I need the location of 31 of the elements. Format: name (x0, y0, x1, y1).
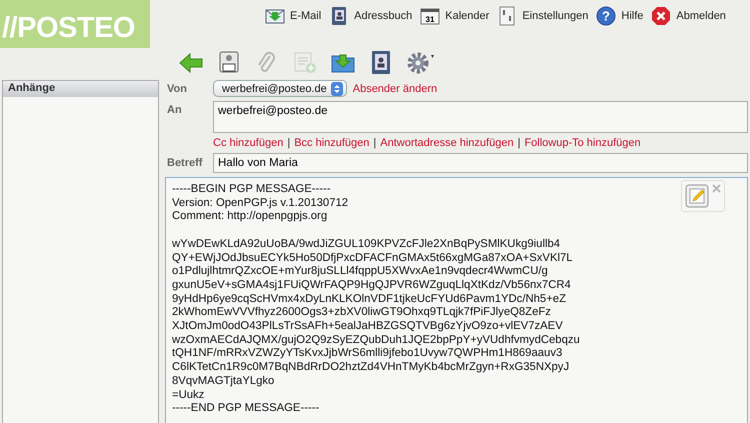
add-header-link[interactable]: Cc hinzufügen (213, 137, 284, 149)
panel-header: Anhänge (3, 81, 158, 97)
nav-link[interactable]: ? Hilfe (596, 6, 644, 26)
field-label: Von (167, 82, 188, 94)
subject-field[interactable]: Hallo von Maria (213, 153, 748, 173)
nav-link[interactable]: Einstellungen (497, 6, 588, 26)
close-icon (651, 6, 672, 26)
nav-link[interactable]: 31 Kalender (420, 6, 490, 26)
nav-link[interactable]: Abmelden (651, 6, 726, 26)
back-arrow-icon[interactable] (178, 50, 204, 76)
calendar-icon: 31 (420, 6, 440, 26)
add-header-link[interactable]: Bcc hinzufügen (294, 137, 370, 149)
help-icon: ? (596, 6, 616, 26)
recipient-field[interactable]: werbefrei@posteo.de (213, 101, 748, 133)
separator: | (373, 137, 376, 149)
gear-menu-icon[interactable] (406, 50, 435, 76)
field-label: Betreff (167, 157, 204, 169)
sender-dropdown[interactable]: werbefrei@posteo.de (213, 80, 347, 97)
edit-pencil-icon[interactable] (685, 184, 709, 208)
separator: | (287, 137, 290, 149)
message-editor[interactable] (165, 177, 748, 423)
spinner-icon (330, 82, 343, 96)
change-sender-link[interactable]: Absender ändern (352, 82, 438, 94)
field-label: An (167, 103, 183, 116)
nav-link[interactable]: Adressbuch (329, 6, 412, 26)
message-text: -----BEGIN PGP MESSAGE----- Version: OpenPGP.js v.1.20130712 Comment: http://openpgpjs.org wYwDEwKLdA92uUoBA/9wdJiZGUL109KPVZcFJle2XnBqPySMlKUkg9iullb4 QY+EWjJOdJbsuECYk5Ho50DfjPxcDFACFnGMAx5t66xgMGa87xOA+SxVKl7L o1PdlujlhtmrQZxcOE+mYur8juSLLl4fqppU5XWvxAe1n9vqdecr4WwmCU/g gxunU5eV+sGMA4sj1FUiQWrFAQP9HgQJPVR6WZguqLlqXtKdz/Vb56nx7CR4 9yHdHp6ye9cqScHVmx4xDyLnKLKOlnVDF1tjkeUcFYUd6Pavm1YDc/Nh5+eZ 2kWhomEwVVVfhyz2600Ogs3+zbXV0liwGT9Ohxq9TLqjk7fPiFJlyeQ8ZeFz XJtOmJm0odO43PlLsTrSsAFh+5ealJaHBZGSQTVBg6zYjvO9zo+vlEV7zAEV wzOxmAECdAJQMX/gujO2Q9zSyEZQubDuh1JQE2bpPpY+yVUdhfvmydCebqzu tQH1NF/mRRxVZWZyYTsKvxJjbWrS6mlli9jfebo1Uvyw7QWPHm1H869aauv3 C6lKTetCn1R9c0M7BqNBdRrDO2hztZd4VHnTMyKb4bcMrZgyn+RxG35NXpyJ 8VqvMAGTjtaYLgko =Uukz -----END PGP MESSAGE----- (172, 183, 580, 416)
separator: | (518, 137, 520, 149)
posteo-logo: //POSTEO (0, 0, 150, 48)
add-header-link[interactable]: Followup-To hinzufügen (524, 137, 641, 149)
add-header-link[interactable]: Antwortadresse hinzufügen (380, 137, 514, 149)
nav-link[interactable]: E-Mail (265, 6, 322, 26)
